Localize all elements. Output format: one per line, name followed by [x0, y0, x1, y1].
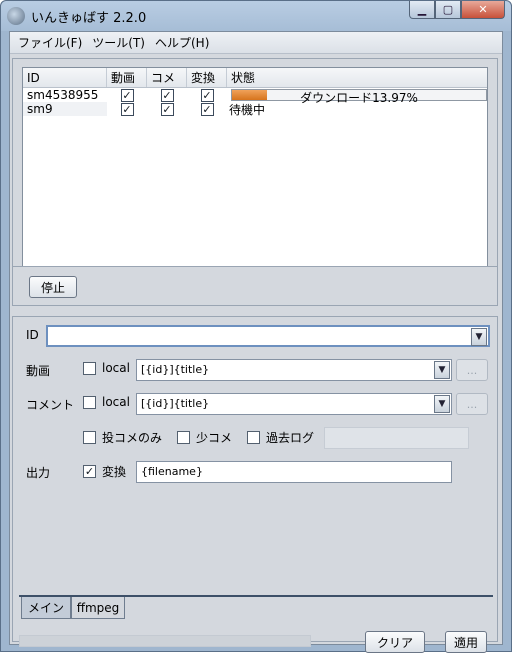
checkbox-box[interactable]: ✓	[83, 465, 96, 478]
minimize-icon: ▁	[417, 3, 427, 16]
comment-pattern-value: [{id}]{title}	[141, 397, 210, 410]
comment-pattern-combobox[interactable]: [{id}]{title} ▼	[136, 393, 452, 415]
video-checkbox[interactable]: ✓	[120, 88, 134, 102]
apply-button[interactable]: 適用	[445, 631, 487, 653]
title-bar[interactable]: いんきゅばす 2.2.0 ▁ ▢ ✕	[1, 1, 511, 31]
convert-label: 変換	[102, 465, 127, 479]
clear-button[interactable]: クリア	[365, 631, 425, 653]
status-text: ダウンロード13.97%	[300, 91, 418, 105]
video-checkbox[interactable]: ✓	[120, 102, 134, 116]
window-title: いんきゅばす 2.2.0	[31, 11, 147, 26]
video-pattern-combobox[interactable]: [{id}]{title} ▼	[136, 359, 452, 381]
comment-checkbox[interactable]: ✓	[160, 102, 174, 116]
download-progress-bar: ダウンロード13.97%	[231, 89, 487, 105]
checkbox-box[interactable]	[247, 431, 260, 444]
video-label: 動画	[26, 364, 51, 378]
maximize-button[interactable]: ▢	[435, 1, 461, 19]
minimize-button[interactable]: ▁	[409, 1, 435, 19]
menu-bar: ファイル(F) ツール(T) ヘルプ(H)	[10, 32, 502, 54]
checkbox-box[interactable]	[83, 361, 96, 375]
local-label: local	[102, 395, 130, 409]
option-label: 過去ログ	[266, 431, 315, 445]
option-label: 少コメ	[196, 431, 233, 445]
video-browse-button[interactable]: ...	[456, 359, 488, 381]
output-label: 出力	[26, 466, 51, 480]
tab-ffmpeg[interactable]: ffmpeg	[71, 597, 125, 619]
row-id: sm4538955	[27, 88, 99, 102]
convert-checkbox[interactable]: ✓	[200, 102, 214, 116]
table-header: ID 動画 コメ 変換 状態	[23, 68, 487, 88]
menu-tools[interactable]: ツール(T)	[88, 34, 151, 51]
row-id: sm9	[23, 102, 107, 116]
client-area: ファイル(F) ツール(T) ヘルプ(H) ID 動画 コメ 変換 状態 sm4…	[9, 31, 503, 653]
checkbox-box[interactable]	[177, 431, 190, 444]
video-pattern-value: [{id}]{title}	[141, 363, 210, 376]
column-comment[interactable]: コメ	[147, 68, 187, 87]
option-label: 投コメのみ	[102, 431, 163, 445]
tab-bar: メイン ffmpeg	[19, 595, 493, 621]
column-status[interactable]: 状態	[227, 68, 487, 87]
control-panel: 停止	[12, 266, 498, 306]
table-row[interactable]: sm4538955 ✓ ✓ ✓ ダウンロード13.97%	[23, 88, 487, 105]
convert-checkbox[interactable]: ✓	[200, 88, 214, 102]
uploader-comment-only-checkbox[interactable]: 投コメのみ	[83, 429, 162, 446]
chevron-down-icon[interactable]: ▼	[434, 395, 450, 413]
queue-panel: ID 動画 コメ 変換 状態 sm4538955 ✓ ✓ ✓ ダウンロード13.…	[12, 58, 498, 286]
column-id[interactable]: ID	[23, 68, 107, 87]
app-window: いんきゅばす 2.2.0 ▁ ▢ ✕ ファイル(F) ツール(T) ヘルプ(H)…	[0, 0, 512, 653]
tab-main[interactable]: メイン	[21, 597, 71, 619]
status-bar	[19, 635, 311, 647]
comment-checkbox[interactable]: ✓	[160, 88, 174, 102]
close-button[interactable]: ✕	[461, 1, 505, 19]
few-comments-checkbox[interactable]: 少コメ	[177, 429, 232, 446]
settings-panel: ID ▼ 動画 local [{id}]{title} ▼ ... コメント l…	[12, 316, 498, 653]
comment-label: コメント	[26, 398, 75, 412]
convert-checkbox[interactable]: ✓ 変換	[83, 463, 126, 480]
id-label: ID	[26, 328, 39, 342]
queue-table[interactable]: ID 動画 コメ 変換 状態 sm4538955 ✓ ✓ ✓ ダウンロード13.…	[22, 67, 488, 284]
menu-file[interactable]: ファイル(F)	[14, 34, 88, 51]
id-combobox[interactable]: ▼	[46, 325, 490, 347]
checkbox-box[interactable]	[83, 395, 96, 409]
stop-button[interactable]: 停止	[29, 276, 77, 298]
checkbox-box[interactable]	[83, 431, 96, 444]
column-video[interactable]: 動画	[107, 68, 147, 87]
chevron-down-icon[interactable]: ▼	[434, 361, 450, 379]
maximize-icon: ▢	[442, 3, 454, 16]
chevron-down-icon[interactable]: ▼	[471, 328, 487, 346]
comment-local-checkbox[interactable]: local	[83, 395, 130, 409]
video-local-checkbox[interactable]: local	[83, 361, 130, 375]
local-label: local	[102, 361, 130, 375]
menu-help[interactable]: ヘルプ(H)	[151, 34, 215, 51]
comment-browse-button[interactable]: ...	[456, 393, 488, 415]
column-convert[interactable]: 変換	[187, 68, 227, 87]
close-icon: ✕	[478, 3, 488, 16]
past-log-checkbox[interactable]: 過去ログ	[247, 429, 314, 446]
output-pattern-field[interactable]: {filename}	[136, 461, 452, 483]
app-icon	[7, 7, 25, 25]
past-log-date-field	[324, 427, 469, 449]
